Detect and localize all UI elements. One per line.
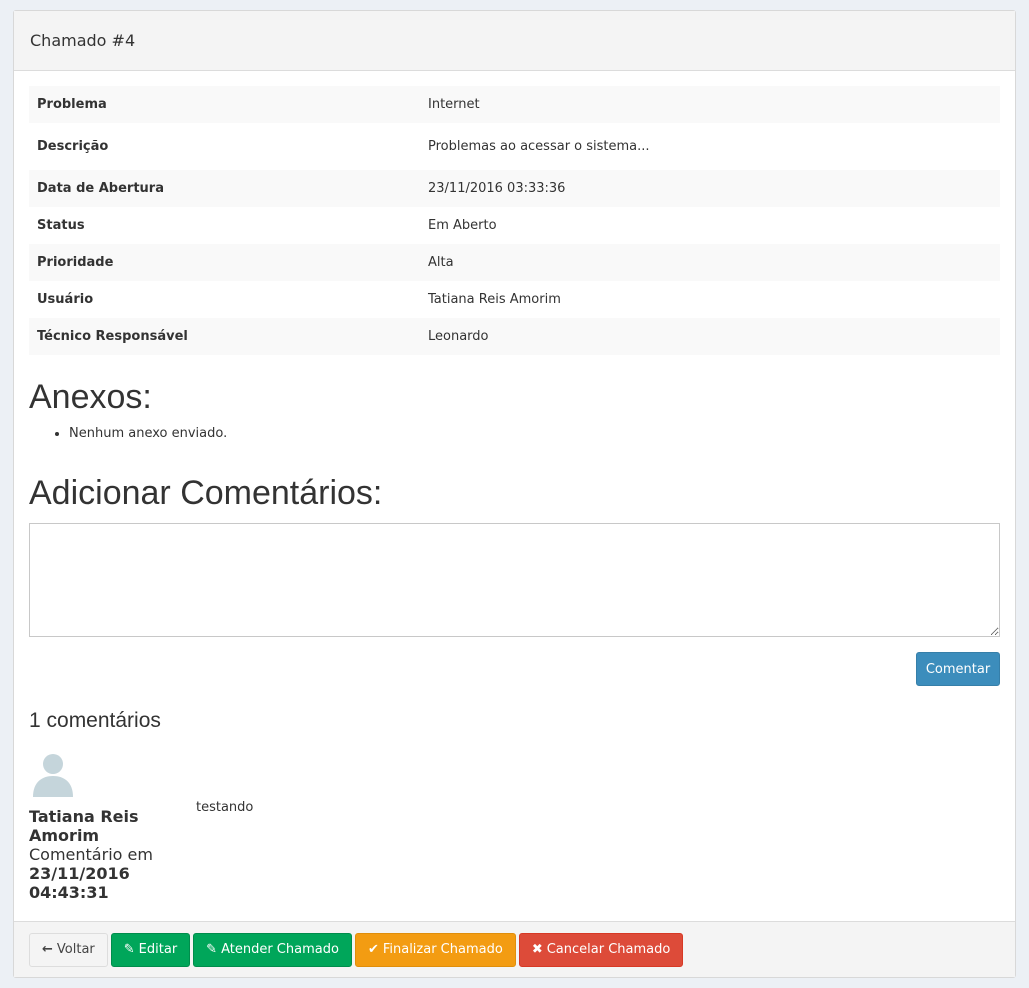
- cancel-label: Cancelar Chamado: [546, 942, 671, 957]
- table-row: Técnico Responsável Leonardo: [29, 318, 1000, 355]
- check-icon: ✔: [367, 942, 379, 957]
- page-title: Chamado #4: [30, 31, 136, 50]
- comment-date: 23/11/2016 04:43:31: [29, 864, 130, 902]
- attachments-heading: Anexos:: [29, 378, 152, 416]
- attend-label: Atender Chamado: [221, 942, 339, 957]
- comments-count: 1 comentários: [29, 709, 161, 732]
- panel-heading: Chamado #4: [14, 11, 1015, 71]
- panel-footer: ← Voltar ✎ Editar ✎ Atender Chamado ✔ Fi…: [14, 921, 1015, 977]
- edit-icon: ✎: [206, 942, 218, 957]
- comment-actions: Comentar: [29, 652, 1000, 686]
- back-button[interactable]: ← Voltar: [29, 932, 108, 967]
- back-label: Voltar: [56, 942, 95, 957]
- ticket-panel: Chamado #4 Problema Internet Descrição P…: [13, 10, 1016, 978]
- table-row: Usuário Tatiana Reis Amorim: [29, 281, 1000, 318]
- attend-ticket-button[interactable]: ✎ Atender Chamado: [193, 932, 352, 967]
- comment-author-name: Tatiana Reis Amorim: [29, 807, 139, 845]
- close-icon: ✖: [531, 942, 543, 957]
- arrow-left-icon: ←: [42, 942, 53, 957]
- detail-label: Usuário: [37, 292, 94, 307]
- detail-value: Internet: [420, 86, 1000, 123]
- detail-value: Leonardo: [420, 318, 1000, 355]
- attachments-list: Nenhum anexo enviado.: [29, 425, 1000, 443]
- detail-label: Prioridade: [29, 244, 420, 281]
- detail-label: Data de Abertura: [29, 170, 420, 207]
- add-comment-heading: Adicionar Comentários:: [29, 474, 383, 512]
- edit-icon: ✎: [123, 942, 135, 957]
- detail-label: Status: [37, 218, 85, 233]
- comment-item: Tatiana Reis Amorim Comentário em 23/11/…: [29, 734, 1000, 914]
- cancel-ticket-button[interactable]: ✖ Cancelar Chamado: [518, 932, 684, 967]
- detail-label: Descrição: [37, 139, 109, 154]
- comment-text: testando: [196, 800, 254, 815]
- detail-label: Técnico Responsável: [29, 318, 420, 355]
- details-table: Problema Internet Descrição Problemas ao…: [29, 86, 1000, 355]
- comment-textarea[interactable]: [29, 523, 1000, 637]
- table-row: Prioridade Alta: [29, 244, 1000, 281]
- edit-label: Editar: [138, 942, 178, 957]
- panel-body: Problema Internet Descrição Problemas ao…: [14, 71, 1015, 914]
- edit-button[interactable]: ✎ Editar: [110, 932, 191, 967]
- detail-label: Problema: [29, 86, 420, 123]
- finish-ticket-button[interactable]: ✔ Finalizar Chamado: [354, 932, 516, 967]
- comment-date-label: Comentário em: [29, 845, 153, 864]
- table-row: Status Em Aberto: [29, 207, 1000, 244]
- detail-value: Em Aberto: [428, 218, 497, 233]
- list-item: Nenhum anexo enviado.: [69, 425, 1000, 443]
- detail-value: Problemas ao acessar o sistema...: [428, 139, 650, 154]
- finish-label: Finalizar Chamado: [382, 942, 503, 957]
- comment-submit-button[interactable]: Comentar: [916, 652, 1000, 686]
- detail-value: Alta: [420, 244, 1000, 281]
- table-row: Data de Abertura 23/11/2016 03:33:36: [29, 170, 1000, 207]
- detail-value: Tatiana Reis Amorim: [428, 292, 561, 307]
- comment-meta: Tatiana Reis Amorim Comentário em 23/11/…: [29, 807, 179, 902]
- user-avatar-icon: [33, 754, 73, 797]
- detail-value: 23/11/2016 03:33:36: [420, 170, 1000, 207]
- table-row: Descrição Problemas ao acessar o sistema…: [29, 123, 1000, 170]
- table-row: Problema Internet: [29, 86, 1000, 123]
